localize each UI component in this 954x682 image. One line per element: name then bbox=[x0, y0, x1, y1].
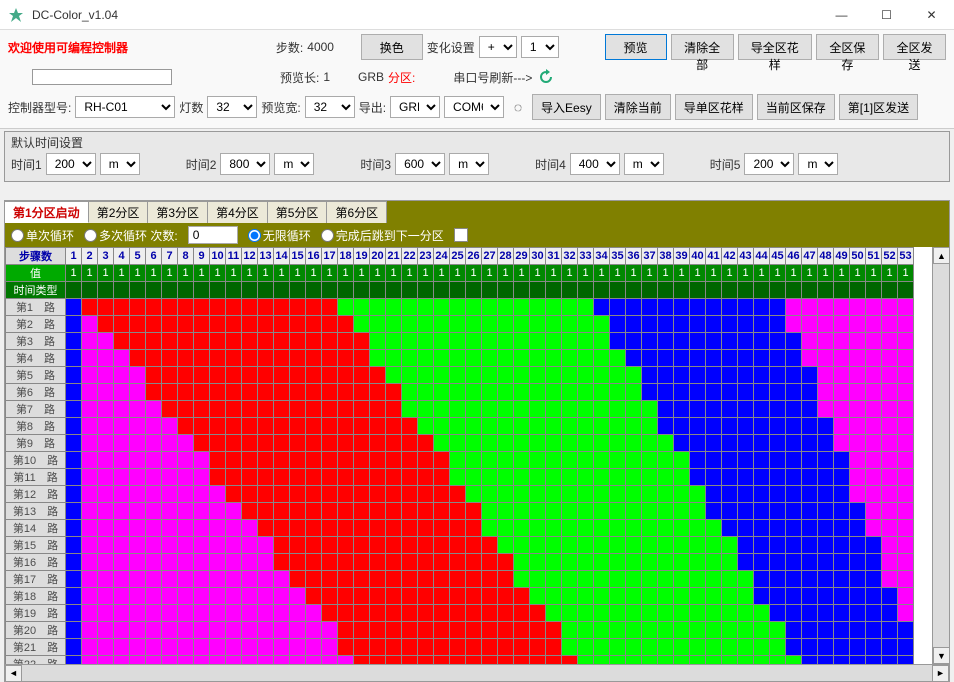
time1-unit[interactable]: ms bbox=[100, 153, 140, 175]
preview-len-value: 1 bbox=[323, 70, 330, 84]
multi-loop-radio[interactable]: 多次循环 次数: bbox=[84, 227, 178, 244]
pattern-grid-area: 步骤数1234567891011121314151617181920212223… bbox=[5, 247, 949, 664]
preview-len-label: 预览长: bbox=[280, 69, 319, 86]
toolbar: 欢迎使用可编程控制器 步数: 4000 换色 变化设置 + 1 预览 清除全部 … bbox=[0, 30, 954, 129]
change-num-select[interactable]: 1 bbox=[521, 36, 559, 58]
welcome-text: 欢迎使用可编程控制器 bbox=[8, 39, 205, 56]
minimize-button[interactable]: — bbox=[819, 0, 864, 30]
change-setting-label: 变化设置 bbox=[427, 39, 475, 56]
export-single-pattern-button[interactable]: 导单区花样 bbox=[675, 94, 753, 120]
time5-label: 时间5 bbox=[710, 156, 741, 173]
time3-unit[interactable]: ms bbox=[449, 153, 489, 175]
change-op-select[interactable]: + bbox=[479, 36, 517, 58]
serial-refresh-label: 串口号刷新---> bbox=[453, 69, 532, 86]
time5-unit[interactable]: ms bbox=[798, 153, 838, 175]
app-icon bbox=[8, 7, 24, 23]
send-all-button[interactable]: 全区发送 bbox=[883, 34, 946, 60]
tab-partition-2[interactable]: 第2分区 bbox=[89, 201, 149, 223]
tab-partition-1[interactable]: 第1分区启动 bbox=[5, 201, 89, 223]
partition-tabs: 第1分区启动 第2分区 第3分区 第4分区 第5分区 第6分区 bbox=[5, 201, 949, 223]
maximize-button[interactable]: ☐ bbox=[864, 0, 909, 30]
lights-select[interactable]: 32 bbox=[207, 96, 257, 118]
preview-button[interactable]: 预览 bbox=[605, 34, 667, 60]
time4-label: 时间4 bbox=[535, 156, 566, 173]
spinner-icon[interactable]: ◌ bbox=[508, 97, 528, 117]
save-all-button[interactable]: 全区保存 bbox=[816, 34, 879, 60]
time4-unit[interactable]: ms bbox=[624, 153, 664, 175]
scroll-left-arrow[interactable]: ◄ bbox=[5, 665, 22, 682]
steps-value: 4000 bbox=[307, 40, 334, 54]
progress-bar bbox=[32, 69, 172, 85]
jump-next-radio[interactable]: 完成后跳到下一分区 bbox=[321, 227, 444, 244]
horizontal-scrollbar[interactable]: ◄ ► bbox=[5, 664, 949, 681]
export-label: 导出: bbox=[359, 99, 386, 116]
preview-w-label: 预览宽: bbox=[261, 99, 300, 116]
steps-label: 步数: bbox=[276, 39, 303, 56]
clear-all-button[interactable]: 清除全部 bbox=[671, 34, 734, 60]
time2-value[interactable]: 800 bbox=[220, 153, 270, 175]
window-title: DC-Color_v1.04 bbox=[32, 8, 819, 22]
time-title: 默认时间设置 bbox=[11, 134, 943, 151]
partitions-panel: 第1分区启动 第2分区 第3分区 第4分区 第5分区 第6分区 单次循环 多次循… bbox=[4, 200, 950, 682]
multi-count-input[interactable] bbox=[188, 226, 238, 244]
save-current-button[interactable]: 当前区保存 bbox=[757, 94, 835, 120]
time-settings-panel: 默认时间设置 时间1 200 ms 时间2 800 ms 时间3 600 ms … bbox=[4, 131, 950, 182]
vertical-scrollbar[interactable]: ▲ ▼ bbox=[932, 247, 949, 664]
infinite-loop-radio[interactable]: 无限循环 bbox=[248, 227, 311, 244]
clear-current-button[interactable]: 清除当前 bbox=[605, 94, 671, 120]
color-change-button[interactable]: 换色 bbox=[361, 34, 423, 60]
tab-partition-5[interactable]: 第5分区 bbox=[268, 201, 328, 223]
time3-value[interactable]: 600 bbox=[395, 153, 445, 175]
time1-label: 时间1 bbox=[11, 156, 42, 173]
lights-label: 灯数 bbox=[179, 99, 203, 116]
scroll-down-arrow[interactable]: ▼ bbox=[933, 647, 949, 664]
tab-partition-6[interactable]: 第6分区 bbox=[327, 201, 387, 223]
send-partition-button[interactable]: 第[1]区发送 bbox=[839, 94, 918, 120]
preview-w-select[interactable]: 32 bbox=[305, 96, 355, 118]
time4-value[interactable]: 400 bbox=[570, 153, 620, 175]
loop-options-bar: 单次循环 多次循环 次数: 无限循环 完成后跳到下一分区 bbox=[5, 223, 949, 247]
controller-select[interactable]: RH-C01 bbox=[75, 96, 175, 118]
time2-label: 时间2 bbox=[186, 156, 217, 173]
export-all-pattern-button[interactable]: 导全区花样 bbox=[738, 34, 812, 60]
pattern-grid-scroll[interactable]: 步骤数1234567891011121314151617181920212223… bbox=[5, 247, 932, 664]
export-format-select[interactable]: GRB bbox=[390, 96, 440, 118]
partition-label: 分区: bbox=[388, 69, 415, 86]
tab-partition-3[interactable]: 第3分区 bbox=[148, 201, 208, 223]
grb-label: GRB bbox=[358, 70, 384, 84]
pattern-grid[interactable]: 步骤数1234567891011121314151617181920212223… bbox=[5, 247, 914, 664]
refresh-icon[interactable] bbox=[536, 67, 556, 87]
close-button[interactable]: ✕ bbox=[909, 0, 954, 30]
single-loop-radio[interactable]: 单次循环 bbox=[11, 227, 74, 244]
time1-value[interactable]: 200 bbox=[46, 153, 96, 175]
scroll-right-arrow[interactable]: ► bbox=[932, 665, 949, 682]
controller-label: 控制器型号: bbox=[8, 99, 71, 116]
title-bar: DC-Color_v1.04 — ☐ ✕ bbox=[0, 0, 954, 30]
time2-unit[interactable]: ms bbox=[274, 153, 314, 175]
time5-value[interactable]: 200 bbox=[744, 153, 794, 175]
checkbox-control[interactable] bbox=[454, 228, 468, 242]
scroll-up-arrow[interactable]: ▲ bbox=[933, 247, 949, 264]
com-port-select[interactable]: COM6 bbox=[444, 96, 504, 118]
tab-partition-4[interactable]: 第4分区 bbox=[208, 201, 268, 223]
import-eesy-button[interactable]: 导入Eesy bbox=[532, 94, 601, 120]
time3-label: 时间3 bbox=[360, 156, 391, 173]
